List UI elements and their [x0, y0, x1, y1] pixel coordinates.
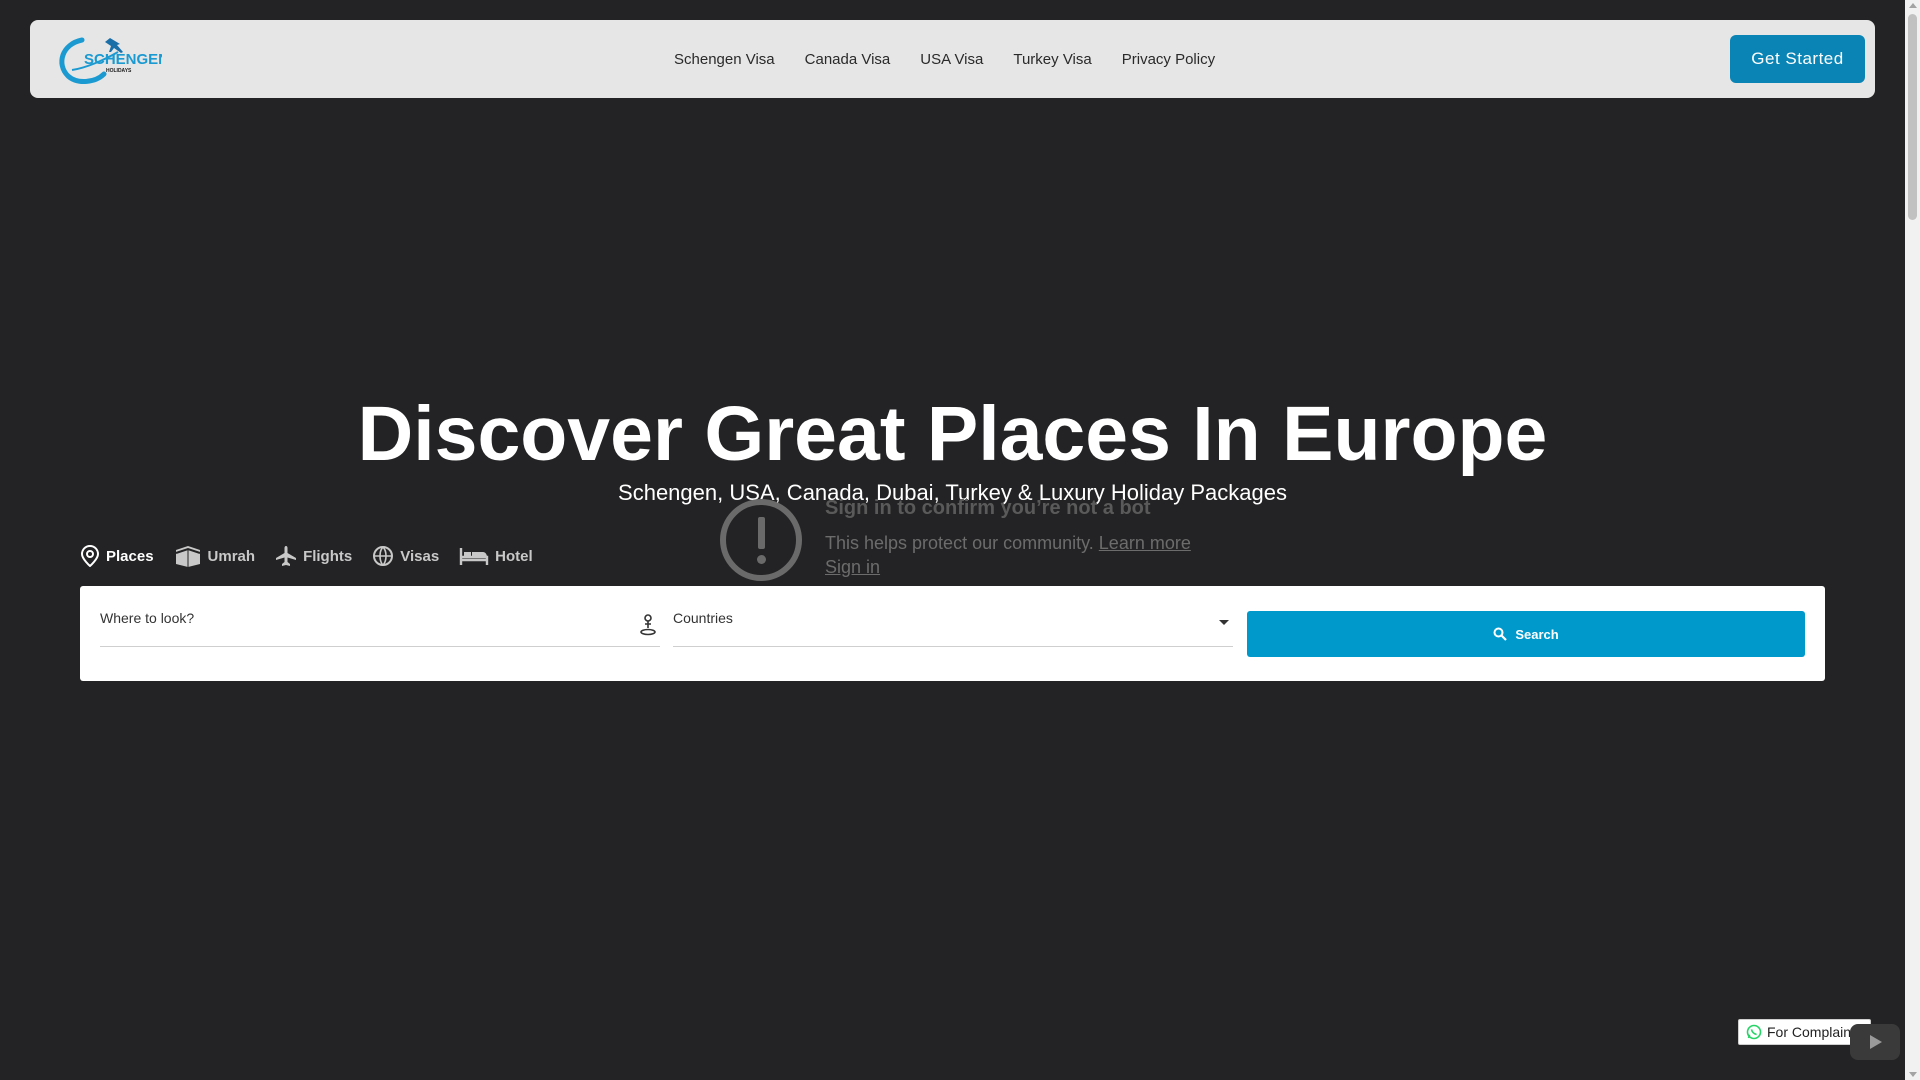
tab-flights-label: Flights: [303, 547, 353, 565]
tab-places-label: Places: [106, 547, 154, 565]
site-logo[interactable]: SCHENGEN HOLIDAYS: [52, 30, 169, 88]
scrollbar-thumb[interactable]: [1908, 14, 1917, 220]
search-card: Where to look? Countries Search: [80, 586, 1825, 681]
top-navbar: SCHENGEN HOLIDAYS Schengen Visa Canada V…: [30, 20, 1875, 98]
map-pin-icon: [80, 545, 100, 567]
where-to-look-label: Where to look?: [100, 610, 195, 626]
countries-select[interactable]: Countries: [673, 610, 1233, 647]
bot-notice-title: Sign in to confirm you’re not a bot: [825, 497, 1151, 519]
bot-check-notice: Sign in to confirm you’re not a bot This…: [720, 497, 1240, 587]
search-icon: [1493, 627, 1508, 641]
alert-icon: [720, 499, 802, 581]
location-person-icon: [640, 614, 656, 636]
tab-visas-label: Visas: [400, 547, 440, 565]
nav-privacy-policy[interactable]: Privacy Policy: [1122, 51, 1215, 68]
get-started-button[interactable]: Get Started: [1730, 35, 1865, 83]
nav-usa-visa[interactable]: USA Visa: [920, 51, 983, 68]
search-tabs: Places Umrah Flights Visas Hotel: [80, 544, 533, 568]
tab-visas[interactable]: Visas: [372, 545, 439, 567]
kaaba-icon: [175, 546, 200, 567]
search-button[interactable]: Search: [1247, 611, 1805, 657]
nav-schengen-visa[interactable]: Schengen Visa: [674, 51, 775, 68]
whatsapp-icon: [1746, 1024, 1762, 1040]
tab-flights[interactable]: Flights: [275, 545, 352, 567]
bed-icon: [459, 548, 489, 565]
tab-hotel[interactable]: Hotel: [459, 546, 533, 566]
nav-turkey-visa[interactable]: Turkey Visa: [1013, 51, 1091, 68]
scroll-up-arrow[interactable]: [1909, 3, 1917, 8]
tab-places[interactable]: Places: [80, 545, 154, 567]
scroll-down-arrow[interactable]: [1909, 1072, 1917, 1077]
airplane-icon: [276, 546, 297, 566]
bot-notice-text: This helps protect our community. Learn …: [825, 533, 1191, 554]
tab-umrah-label: Umrah: [207, 547, 256, 565]
nav-canada-visa[interactable]: Canada Visa: [805, 51, 891, 68]
tab-hotel-label: Hotel: [495, 547, 533, 565]
vertical-scrollbar[interactable]: [1905, 0, 1920, 1080]
sign-in-link[interactable]: Sign in: [825, 557, 880, 578]
complaints-label: For Complaints: [1767, 1024, 1862, 1040]
where-to-look-input[interactable]: Where to look?: [100, 610, 660, 647]
globe-icon: [373, 546, 394, 566]
svg-text:HOLIDAYS: HOLIDAYS: [106, 68, 132, 74]
chevron-down-icon: [1219, 620, 1229, 625]
bot-notice-message: This helps protect our community.: [825, 533, 1094, 553]
learn-more-link[interactable]: Learn more: [1099, 533, 1191, 553]
svg-text:SCHENGEN: SCHENGEN: [84, 51, 162, 68]
hero-title: Discover Great Places In Europe: [357, 391, 1548, 477]
countries-label: Countries: [673, 610, 733, 626]
tab-umrah[interactable]: Umrah: [174, 544, 256, 568]
main-nav: Schengen Visa Canada Visa USA Visa Turke…: [674, 20, 1215, 98]
play-button[interactable]: [1850, 1024, 1900, 1060]
search-button-label: Search: [1515, 626, 1559, 642]
